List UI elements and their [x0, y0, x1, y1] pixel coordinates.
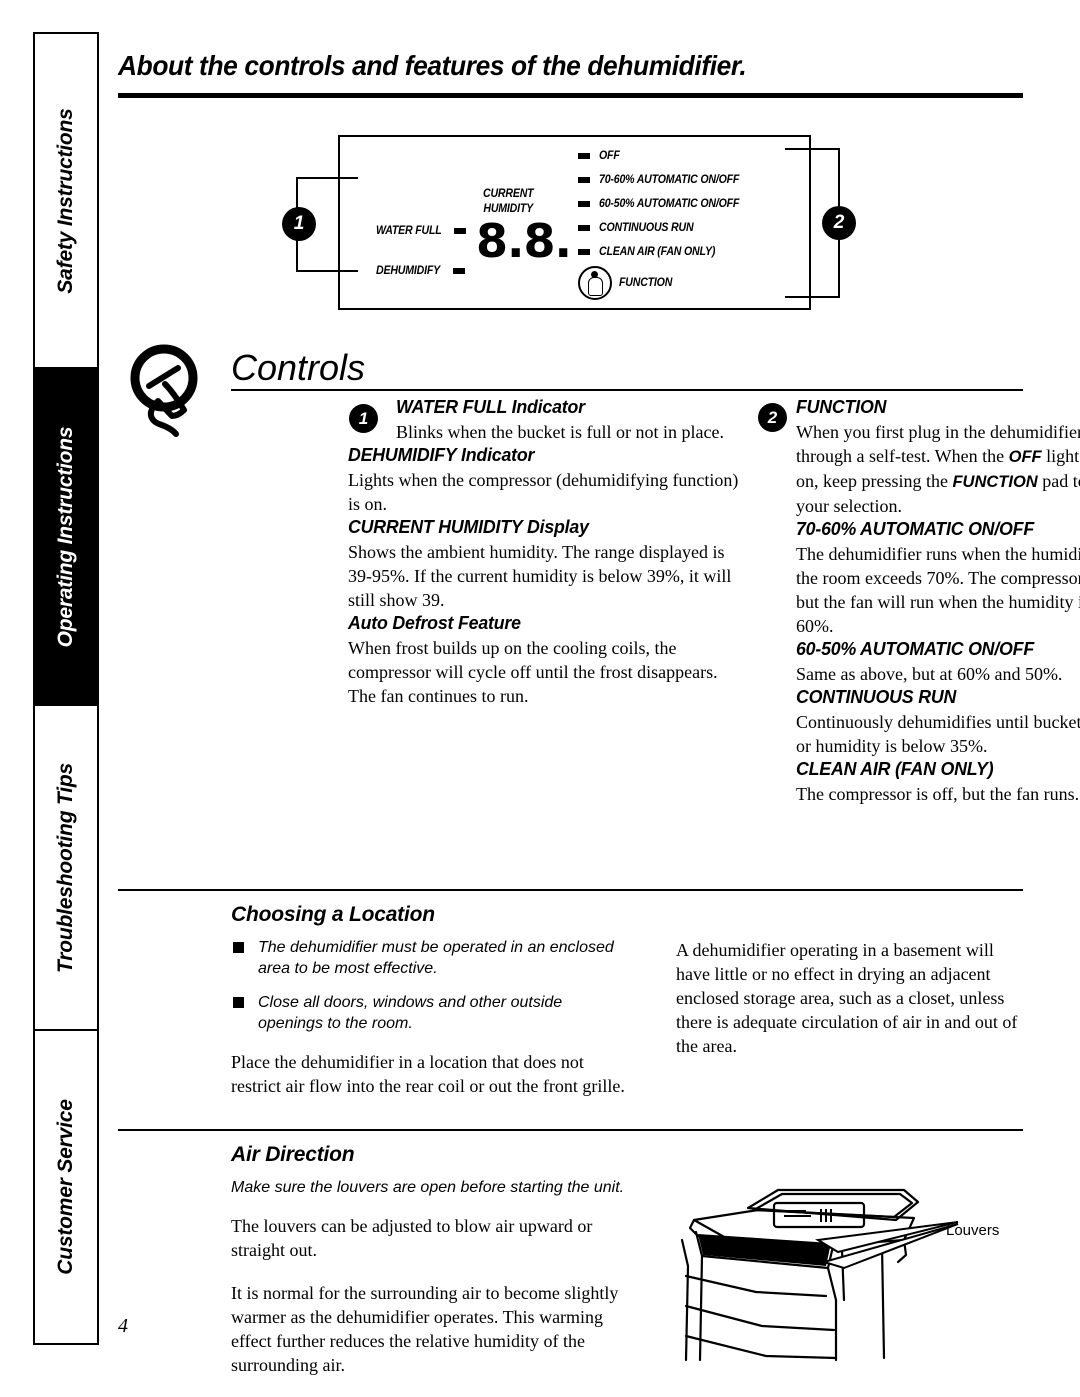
controls-section-divider	[231, 389, 1023, 391]
air-direction-note: Make sure the louvers are open before st…	[231, 1179, 625, 1196]
callout-marker-1: 1	[282, 207, 316, 241]
choosing-location-bullet-list: The dehumidifier must be operated in an …	[231, 937, 626, 1034]
page-title: About the controls and features of the d…	[118, 50, 747, 81]
control-panel-diagram: 1 WATER FULL DEHUMIDIFY CURRENT HUMIDITY…	[278, 130, 898, 325]
control-item-body: Same as above, but at 60% and 50%.	[796, 664, 1063, 684]
choosing-location-right: A dehumidifier operating in a basement w…	[676, 938, 1026, 1058]
control-item-body: The dehumidifier runs when the humidity …	[796, 544, 1080, 636]
choosing-location-left: Choosing a Location The dehumidifier mus…	[231, 903, 626, 1098]
mode-label: CLEAN AIR (FAN ONLY)	[599, 246, 716, 258]
control-item-auto-defrost: Auto Defrost Feature When frost builds u…	[348, 612, 748, 708]
control-item-body: Blinks when the bucket is full or not in…	[396, 422, 724, 442]
current-humidity-label-line1: CURRENT	[483, 188, 534, 200]
air-direction-divider	[118, 1129, 1023, 1131]
control-item-heading: CURRENT HUMIDITY Display	[348, 516, 589, 537]
louvers-callout-label: Louvers	[946, 1222, 1000, 1239]
dehumidifier-louvers-illustration	[680, 1188, 959, 1362]
function-body-bold-function: FUNCTION	[952, 473, 1038, 491]
water-full-indicator: WATER FULL	[376, 225, 467, 237]
led-icon	[578, 153, 590, 159]
water-full-label: WATER FULL	[376, 225, 442, 237]
choosing-location-basement-paragraph: A dehumidifier operating in a basement w…	[676, 940, 1018, 1056]
sidebar-tab-customer-service[interactable]: Customer Service	[35, 1029, 97, 1343]
mode-row: 70-60% AUTOMATIC ON/OFF	[578, 168, 751, 192]
control-item-body: Lights when the compressor (dehumidifyin…	[348, 470, 739, 514]
control-item-water-full: WATER FULL Indicator Blinks when the buc…	[348, 396, 748, 444]
controls-section-title: Controls	[231, 347, 366, 388]
dehumidify-label: DEHUMIDIFY	[376, 265, 440, 277]
control-item-body: Shows the ambient humidity. The range di…	[348, 542, 732, 610]
dial-hand-icon	[130, 344, 198, 437]
choosing-location-divider	[118, 889, 1023, 891]
sidebar-tab-label: Safety Instructions	[54, 107, 77, 294]
controls-left-column: WATER FULL Indicator Blinks when the buc…	[348, 396, 748, 708]
control-item-function: FUNCTION When you first plug in the dehu…	[796, 396, 1080, 518]
control-item-heading: DEHUMIDIFY Indicator	[348, 444, 535, 465]
led-icon	[452, 268, 465, 274]
control-item-60-50-automatic: 60-50% AUTOMATIC ON/OFF Same as above, b…	[796, 638, 1080, 686]
sidebar-tab-troubleshooting-tips[interactable]: Troubleshooting Tips	[35, 704, 97, 1029]
led-icon	[578, 225, 590, 231]
current-humidity-label: CURRENT HUMIDITY	[483, 187, 538, 217]
mode-row: CONTINUOUS RUN	[578, 216, 751, 240]
control-item-heading: WATER FULL Indicator	[396, 396, 585, 417]
control-item-70-60-automatic: 70-60% AUTOMATIC ON/OFF The dehumidifier…	[796, 518, 1080, 638]
control-item-heading: 70-60% AUTOMATIC ON/OFF	[796, 518, 1035, 539]
control-item-heading: CONTINUOUS RUN	[796, 686, 957, 707]
control-item-body: Continuously dehumidifies until bucket i…	[796, 712, 1080, 756]
mode-row: CLEAN AIR (FAN ONLY)	[578, 240, 751, 264]
air-direction-paragraph-1: The louvers can be adjusted to blow air …	[231, 1216, 593, 1260]
led-icon	[578, 177, 590, 183]
header-divider	[118, 93, 1023, 98]
function-body-bold-off: OFF	[1008, 448, 1042, 466]
control-item-body: When frost builds up on the cooling coil…	[348, 638, 718, 706]
sidebar-tab-safety-instructions[interactable]: Safety Instructions	[35, 34, 97, 367]
sidebar-tab-label: Troubleshooting Tips	[54, 762, 77, 973]
led-icon	[454, 228, 467, 234]
controls-callout-2: 2	[758, 403, 787, 432]
control-item-current-humidity: CURRENT HUMIDITY Display Shows the ambie…	[348, 516, 748, 612]
controls-right-column: FUNCTION When you first plug in the dehu…	[796, 396, 1080, 806]
mode-row: OFF	[578, 144, 751, 168]
page-number: 4	[118, 1315, 128, 1337]
control-item-heading: 60-50% AUTOMATIC ON/OFF	[796, 638, 1035, 659]
seven-segment-display: 8.8.	[476, 214, 572, 268]
air-direction-section: Air Direction Make sure the louvers are …	[231, 1143, 631, 1377]
mode-label: 70-60% AUTOMATIC ON/OFF	[599, 174, 740, 186]
hand-press-icon	[578, 266, 612, 300]
control-item-continuous-run: CONTINUOUS RUN Continuously dehumidifies…	[796, 686, 1080, 758]
callout-marker-2: 2	[822, 206, 856, 240]
mode-row: 60-50% AUTOMATIC ON/OFF	[578, 192, 751, 216]
dehumidify-indicator: DEHUMIDIFY	[376, 265, 465, 277]
function-pad-group: FUNCTION	[578, 266, 677, 300]
sidebar-tab-operating-instructions[interactable]: Operating Instructions	[35, 367, 97, 704]
list-item: Close all doors, windows and other outsi…	[231, 992, 626, 1034]
mode-label: 60-50% AUTOMATIC ON/OFF	[599, 198, 740, 210]
list-item: The dehumidifier must be operated in an …	[231, 937, 626, 979]
control-item-dehumidify: DEHUMIDIFY Indicator Lights when the com…	[348, 444, 748, 516]
air-direction-paragraph-2: It is normal for the surrounding air to …	[231, 1283, 619, 1375]
control-item-heading: FUNCTION	[796, 396, 887, 417]
led-icon	[578, 201, 590, 207]
control-item-body: When you first plug in the dehumidifier,…	[796, 420, 1080, 518]
control-item-heading: Auto Defrost Feature	[348, 612, 521, 633]
control-item-clean-air: CLEAN AIR (FAN ONLY) The compressor is o…	[796, 758, 1080, 806]
mode-label: CONTINUOUS RUN	[599, 222, 694, 234]
control-item-heading: CLEAN AIR (FAN ONLY)	[796, 758, 994, 779]
control-item-body: The compressor is off, but the fan runs.	[796, 784, 1080, 804]
mode-label: OFF	[599, 150, 620, 162]
mode-indicator-list: OFF 70-60% AUTOMATIC ON/OFF 60-50% AUTOM…	[578, 144, 751, 264]
choosing-location-paragraph: Place the dehumidifier in a location tha…	[231, 1052, 625, 1096]
choosing-location-heading: Choosing a Location	[231, 903, 435, 926]
sidebar-tab-label: Customer Service	[54, 1099, 77, 1275]
air-direction-heading: Air Direction	[231, 1143, 355, 1166]
page-content: About the controls and features of the d…	[118, 0, 1080, 1397]
sidebar-tab-label: Operating Instructions	[54, 426, 77, 647]
led-icon	[578, 249, 590, 255]
function-pad-label: FUNCTION	[619, 277, 673, 289]
section-tab-sidebar: Safety Instructions Operating Instructio…	[33, 32, 99, 1345]
